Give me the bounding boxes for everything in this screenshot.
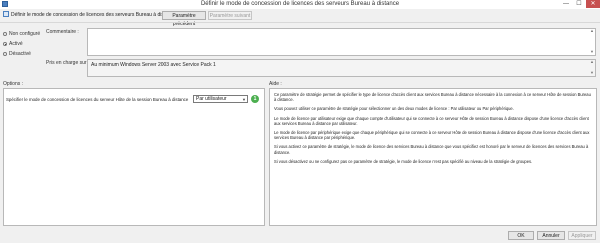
radio-circle[interactable]	[3, 32, 7, 36]
scroll-up-icon[interactable]: ▲	[590, 29, 594, 33]
window-title: Définir le mode de concession de licence…	[200, 1, 400, 7]
options-label: Options :	[3, 81, 24, 87]
apply-button[interactable]: Appliquer	[568, 231, 596, 240]
policy-icon	[3, 11, 9, 17]
options-panel	[3, 88, 265, 226]
previous-setting-button[interactable]: Paramètre précédent	[162, 11, 206, 27]
help-panel: Ce paramètre de stratégie permet de spéc…	[269, 88, 597, 226]
help-paragraph: Vous pouvez utiliser ce paramètre de str…	[274, 106, 514, 112]
radio-enabled[interactable]: Activé	[3, 41, 23, 47]
radio-disabled[interactable]: Désactivé	[3, 51, 31, 57]
scroll-up-icon[interactable]: ▲	[590, 60, 594, 64]
comment-label: Commentaire :	[46, 29, 79, 35]
cancel-button[interactable]: Annuler	[537, 231, 565, 240]
help-paragraph: Le mode de licence par utilisateur exige…	[274, 115, 589, 126]
help-paragraph: Si vous activez ce paramètre de stratégi…	[274, 144, 589, 155]
minimize-button[interactable]: —	[560, 0, 572, 8]
licensing-mode-label: Spécifier le mode de concession de licen…	[6, 97, 189, 102]
radio-label: Non configuré	[9, 31, 41, 37]
select-value: Par utilisateur	[196, 96, 227, 102]
scroll-down-icon[interactable]: ▼	[590, 50, 594, 54]
supported-value: Au minimum Windows Server 2003 avec Serv…	[91, 62, 216, 68]
maximize-button[interactable]: ☐	[573, 0, 585, 8]
supported-field: Au minimum Windows Server 2003 avec Serv…	[87, 59, 596, 77]
radio-label: Activé	[9, 41, 23, 47]
chevron-down-icon: ▼	[242, 97, 246, 102]
radio-circle[interactable]	[3, 42, 7, 46]
step-badge: 1	[251, 95, 259, 103]
policy-name: Définir le mode de concession de licence…	[11, 12, 177, 18]
radio-not-configured[interactable]: Non configuré	[3, 31, 40, 37]
comment-textarea[interactable]	[87, 28, 596, 56]
help-paragraph: Ce paramètre de stratégie permet de spéc…	[274, 92, 591, 103]
licensing-mode-select[interactable]: Par utilisateur ▼	[193, 95, 248, 103]
radio-label: Désactivé	[9, 51, 31, 57]
help-paragraph: Le mode de licence par périphérique exig…	[274, 130, 590, 141]
close-button[interactable]: ✕	[586, 0, 600, 8]
radio-circle[interactable]	[3, 52, 7, 56]
supported-label: Pris en charge sur :	[46, 60, 90, 66]
help-label: Aide :	[269, 81, 282, 87]
ok-button[interactable]: OK	[508, 231, 534, 240]
help-paragraph: Si vous désactivez ou ne configurez pas …	[274, 158, 533, 164]
next-setting-button[interactable]: Paramètre suivant	[208, 11, 252, 20]
scroll-down-icon[interactable]: ▼	[590, 71, 594, 75]
header-separator	[0, 22, 600, 23]
